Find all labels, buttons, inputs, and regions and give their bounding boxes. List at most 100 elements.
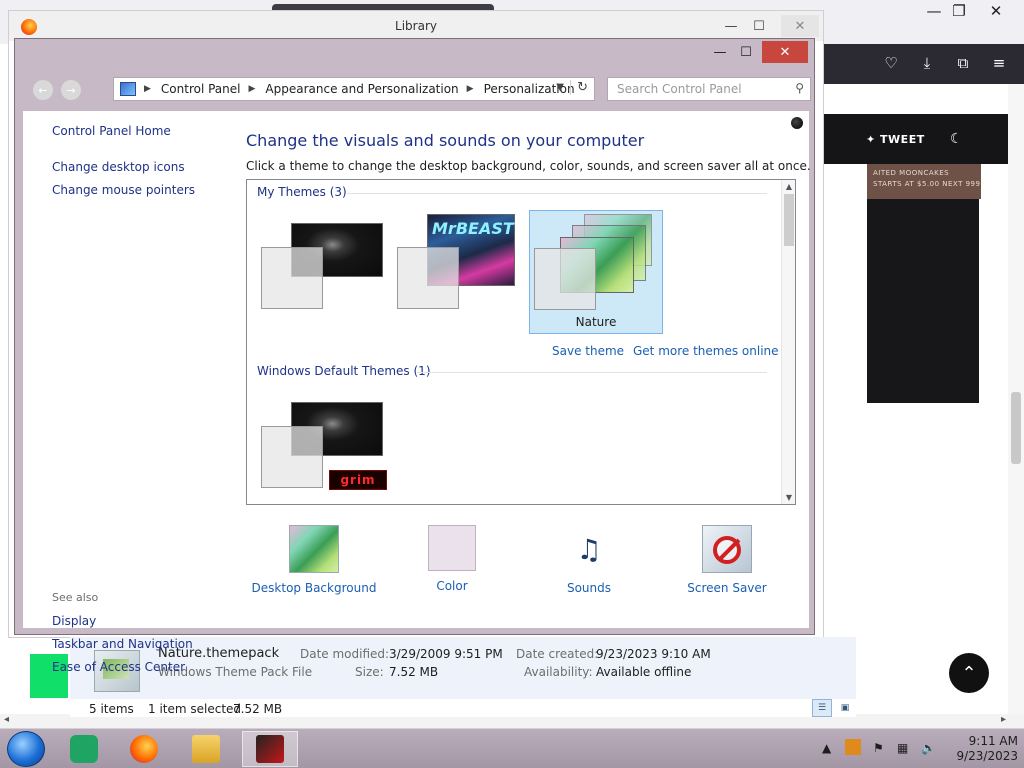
theme-nature[interactable]: Nature xyxy=(529,210,663,334)
menu-icon[interactable]: ≡ xyxy=(988,53,1010,73)
back-button[interactable]: ← xyxy=(33,80,53,100)
taskbar-sheets-app[interactable] xyxy=(56,731,112,767)
refresh-icon[interactable]: ↻ xyxy=(570,80,588,95)
sheets-icon xyxy=(70,735,98,763)
display-link[interactable]: Display xyxy=(52,614,96,628)
extensions-icon[interactable]: ⧉ xyxy=(952,53,974,73)
size-label: Size: xyxy=(355,665,384,679)
theme-nature-label: Nature xyxy=(575,315,617,329)
large-icons-icon: ▣ xyxy=(840,703,850,713)
taskbar: ▲ ⚑ ▦ 🔈 9:11 AM 9/23/2023 xyxy=(0,728,1024,768)
screen-saver-button[interactable]: Screen Saver xyxy=(657,525,797,595)
control-panel-home-link[interactable]: Control Panel Home xyxy=(52,124,171,138)
moon-icon[interactable]: ☾ xyxy=(950,131,963,147)
selection-count: 1 item selected xyxy=(148,702,242,716)
flag-icon[interactable]: ⚑ xyxy=(873,741,884,755)
themes-scrollbar-thumb[interactable] xyxy=(784,194,794,246)
control-panel-icon xyxy=(120,82,136,96)
date-created-label: Date created: xyxy=(516,647,599,661)
save-theme-link[interactable]: Save theme xyxy=(552,344,624,358)
show-hidden-icons[interactable]: ▲ xyxy=(822,741,831,755)
bird-icon: ✦ xyxy=(866,133,881,146)
desktop-background-button[interactable]: Desktop Background xyxy=(244,525,384,595)
webpage-banner[interactable]: AITED MOONCAKES STARTS AT $5.00 NEXT 999… xyxy=(867,164,981,199)
banner-title: AITED MOONCAKES xyxy=(873,169,950,177)
themes-list[interactable]: My Themes (3) MrBEAST Nature Save theme xyxy=(246,179,796,505)
themes-scrollbar[interactable]: ▲ ▼ xyxy=(781,180,795,504)
library-title: Library xyxy=(395,19,437,33)
tweet-label: TWEET xyxy=(880,133,925,146)
default-themes-header: Windows Default Themes (1) xyxy=(257,364,431,378)
downloads-icon[interactable]: ⤓ xyxy=(916,53,938,73)
availability-label: Availability: xyxy=(524,665,593,679)
page-scrollbar-thumb[interactable] xyxy=(1011,392,1021,464)
change-mouse-pointers-link[interactable]: Change mouse pointers xyxy=(52,183,195,197)
scroll-right-icon[interactable]: ▸ xyxy=(1001,714,1006,725)
search-input[interactable]: Search Control Panel ⚲ xyxy=(607,77,811,101)
see-also-label: See also xyxy=(52,591,99,604)
ease-of-access-link[interactable]: Ease of Access Center xyxy=(52,660,185,674)
theme-mrbeast[interactable]: MrBEAST xyxy=(395,210,529,334)
personalization-window: — ☐ ✕ ← → ▶ Control Panel ▶ Appearance a… xyxy=(14,38,815,674)
tray-app-icon[interactable] xyxy=(845,739,861,755)
change-desktop-icons-link[interactable]: Change desktop icons xyxy=(52,160,185,174)
details-view-button[interactable]: ☰ xyxy=(812,699,832,717)
details-view-icon: ☰ xyxy=(817,703,827,713)
library-maximize-button[interactable]: ☐ xyxy=(745,15,773,37)
scroll-down-icon[interactable]: ▼ xyxy=(782,493,795,502)
large-icons-view-button[interactable]: ▣ xyxy=(835,699,855,717)
theme-alienware[interactable] xyxy=(259,210,393,334)
address-bar[interactable]: ▶ Control Panel ▶ Appearance and Persona… xyxy=(113,77,595,101)
minimize-icon: — xyxy=(926,2,942,20)
close-icon: ✕ xyxy=(779,44,791,60)
close-icon: ✕ xyxy=(794,18,806,34)
selection-size: 7.52 MB xyxy=(233,702,283,716)
color-button[interactable]: Color xyxy=(382,525,522,593)
browser-close-button[interactable]: ✕ xyxy=(979,0,1013,22)
pocket-icon[interactable]: ♡ xyxy=(880,53,902,73)
network-icon[interactable]: ▦ xyxy=(897,741,908,755)
forward-button[interactable]: → xyxy=(61,80,81,100)
get-more-themes-link[interactable]: Get more themes online xyxy=(633,344,779,358)
library-minimize-button[interactable]: — xyxy=(717,15,745,37)
personalization-content: Control Panel Home Change desktop icons … xyxy=(23,111,811,674)
taskbar-firefox-app[interactable] xyxy=(116,731,172,767)
breadcrumb-appearance[interactable]: Appearance and Personalization xyxy=(265,82,458,96)
chevron-up-icon: ⌃ xyxy=(961,662,977,684)
group-divider xyxy=(417,372,767,373)
breadcrumb-control-panel[interactable]: Control Panel xyxy=(161,82,241,96)
folder-icon xyxy=(192,735,220,763)
library-close-button[interactable]: ✕ xyxy=(781,15,819,37)
clock[interactable]: 9:11 AM 9/23/2023 xyxy=(956,734,1018,764)
item-count: 5 items xyxy=(89,702,134,716)
taskbar-navigation-link[interactable]: Taskbar and Navigation xyxy=(52,637,193,651)
taskbar-personalization-app[interactable] xyxy=(242,731,298,767)
tweet-button[interactable]: ✦ TWEET xyxy=(866,133,925,146)
scroll-to-top-button[interactable]: ⌃ xyxy=(949,653,989,693)
maximize-icon: ☐ xyxy=(740,44,752,60)
sounds-button[interactable]: ♫ Sounds xyxy=(519,525,659,596)
browser-restore-button[interactable]: ❐ xyxy=(942,0,976,22)
cp-minimize-button[interactable]: — xyxy=(713,41,727,63)
scroll-up-icon[interactable]: ▲ xyxy=(782,182,795,191)
start-button[interactable] xyxy=(7,731,45,767)
avatar[interactable] xyxy=(791,117,803,129)
sounds-icon: ♫ xyxy=(576,532,602,566)
cp-maximize-button[interactable]: ☐ xyxy=(737,41,755,63)
theme-window-preview xyxy=(534,248,596,310)
search-icon[interactable]: ⚲ xyxy=(795,81,804,95)
theme-default[interactable]: grim xyxy=(259,390,393,504)
sounds-label: Sounds xyxy=(566,581,612,595)
cp-close-button[interactable]: ✕ xyxy=(762,41,808,63)
theme-window-preview xyxy=(397,247,459,309)
arrow-left-icon: ← xyxy=(38,83,48,97)
chevron-down-icon[interactable]: ▼ xyxy=(556,82,564,93)
taskbar-explorer-app[interactable] xyxy=(178,731,234,767)
banner-sub: STARTS AT $5.00 NEXT 999 999 xyxy=(873,180,981,188)
volume-icon[interactable]: 🔈 xyxy=(921,741,936,755)
scroll-left-icon[interactable]: ◂ xyxy=(4,714,9,725)
clock-date: 9/23/2023 xyxy=(956,749,1018,763)
theme-window-preview xyxy=(261,426,323,488)
page-title: Change the visuals and sounds on your co… xyxy=(246,131,645,150)
screen-saver-icon xyxy=(702,525,752,573)
